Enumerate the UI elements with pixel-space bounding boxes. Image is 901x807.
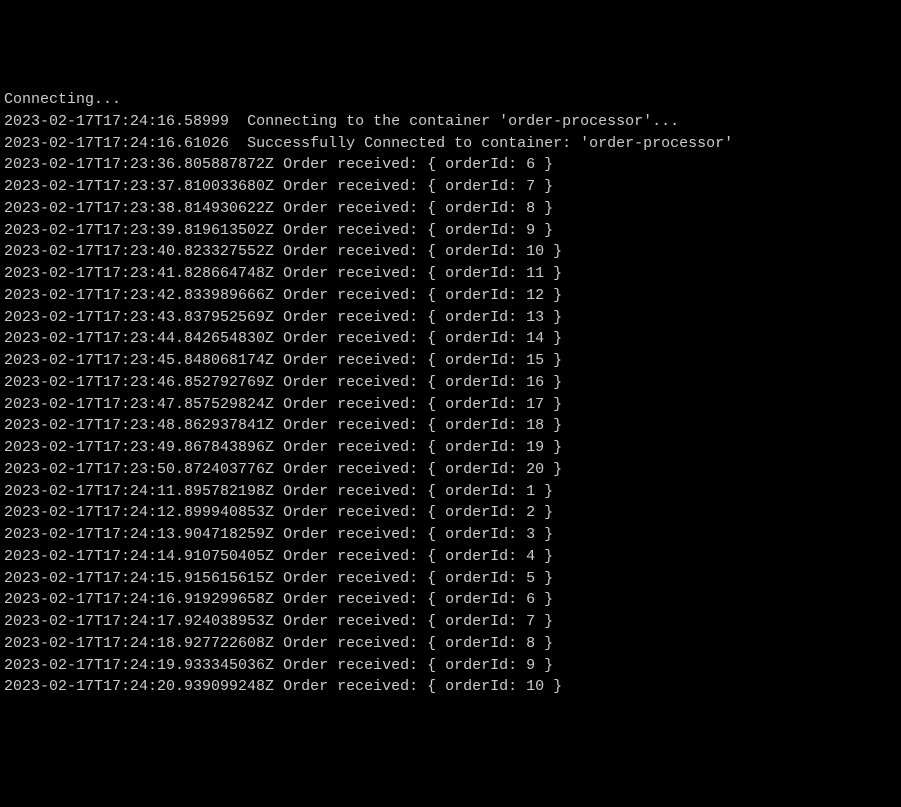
log-line: 2023-02-17T17:24:13.904718259Z Order rec…: [4, 524, 897, 546]
message: Order received: { orderId: 18 }: [283, 417, 562, 434]
log-line: 2023-02-17T17:23:44.842654830Z Order rec…: [4, 328, 897, 350]
timestamp: 2023-02-17T17:24:15.915615615Z: [4, 570, 274, 587]
message: Connecting to the container 'order-proce…: [247, 113, 679, 130]
log-line: 2023-02-17T17:24:19.933345036Z Order rec…: [4, 655, 897, 677]
log-line: 2023-02-17T17:24:14.910750405Z Order rec…: [4, 546, 897, 568]
log-line: 2023-02-17T17:23:45.848068174Z Order rec…: [4, 350, 897, 372]
log-line: 2023-02-17T17:24:17.924038953Z Order rec…: [4, 611, 897, 633]
timestamp: 2023-02-17T17:24:17.924038953Z: [4, 613, 274, 630]
timestamp: 2023-02-17T17:24:12.899940853Z: [4, 504, 274, 521]
log-line: 2023-02-17T17:24:15.915615615Z Order rec…: [4, 568, 897, 590]
log-line: 2023-02-17T17:23:41.828664748Z Order rec…: [4, 263, 897, 285]
connect-line-2: 2023-02-17T17:24:16.61026 Successfully C…: [4, 133, 897, 155]
message: Order received: { orderId: 6 }: [283, 156, 553, 173]
timestamp: 2023-02-17T17:23:38.814930622Z: [4, 200, 274, 217]
message: Order received: { orderId: 20 }: [283, 461, 562, 478]
terminal-output[interactable]: Connecting...2023-02-17T17:24:16.58999 C…: [4, 89, 897, 698]
message: Order received: { orderId: 4 }: [283, 548, 553, 565]
log-line: 2023-02-17T17:24:11.895782198Z Order rec…: [4, 481, 897, 503]
timestamp: 2023-02-17T17:23:47.857529824Z: [4, 396, 274, 413]
timestamp: 2023-02-17T17:23:41.828664748Z: [4, 265, 274, 282]
timestamp: 2023-02-17T17:24:14.910750405Z: [4, 548, 274, 565]
message: Order received: { orderId: 12 }: [283, 287, 562, 304]
timestamp: 2023-02-17T17:24:11.895782198Z: [4, 483, 274, 500]
timestamp: 2023-02-17T17:24:16.61026: [4, 135, 229, 152]
message: Order received: { orderId: 1 }: [283, 483, 553, 500]
timestamp: 2023-02-17T17:23:39.819613502Z: [4, 222, 274, 239]
timestamp: 2023-02-17T17:23:40.823327552Z: [4, 243, 274, 260]
message: Order received: { orderId: 6 }: [283, 591, 553, 608]
message: Order received: { orderId: 10 }: [283, 678, 562, 695]
log-line: 2023-02-17T17:23:47.857529824Z Order rec…: [4, 394, 897, 416]
timestamp: 2023-02-17T17:24:16.919299658Z: [4, 591, 274, 608]
timestamp: 2023-02-17T17:23:43.837952569Z: [4, 309, 274, 326]
timestamp: 2023-02-17T17:23:44.842654830Z: [4, 330, 274, 347]
connect-line-1: 2023-02-17T17:24:16.58999 Connecting to …: [4, 111, 897, 133]
timestamp: 2023-02-17T17:23:37.810033680Z: [4, 178, 274, 195]
timestamp: 2023-02-17T17:23:42.833989666Z: [4, 287, 274, 304]
log-line: 2023-02-17T17:24:20.939099248Z Order rec…: [4, 676, 897, 698]
log-line: 2023-02-17T17:23:38.814930622Z Order rec…: [4, 198, 897, 220]
log-line: 2023-02-17T17:23:48.862937841Z Order rec…: [4, 415, 897, 437]
message: Order received: { orderId: 16 }: [283, 374, 562, 391]
message: Order received: { orderId: 17 }: [283, 396, 562, 413]
log-line: 2023-02-17T17:23:49.867843896Z Order rec…: [4, 437, 897, 459]
timestamp: 2023-02-17T17:24:16.58999: [4, 113, 229, 130]
log-line: 2023-02-17T17:23:43.837952569Z Order rec…: [4, 307, 897, 329]
timestamp: 2023-02-17T17:24:13.904718259Z: [4, 526, 274, 543]
message: Order received: { orderId: 11 }: [283, 265, 562, 282]
timestamp: 2023-02-17T17:24:19.933345036Z: [4, 657, 274, 674]
message: Successfully Connected to container: 'or…: [247, 135, 733, 152]
log-line: 2023-02-17T17:23:50.872403776Z Order rec…: [4, 459, 897, 481]
log-line: 2023-02-17T17:23:42.833989666Z Order rec…: [4, 285, 897, 307]
message: Order received: { orderId: 14 }: [283, 330, 562, 347]
log-line: 2023-02-17T17:24:16.919299658Z Order rec…: [4, 589, 897, 611]
message: Order received: { orderId: 8 }: [283, 635, 553, 652]
message: Order received: { orderId: 10 }: [283, 243, 562, 260]
message: Order received: { orderId: 19 }: [283, 439, 562, 456]
message: Order received: { orderId: 5 }: [283, 570, 553, 587]
timestamp: 2023-02-17T17:24:20.939099248Z: [4, 678, 274, 695]
message: Order received: { orderId: 3 }: [283, 526, 553, 543]
timestamp: 2023-02-17T17:23:48.862937841Z: [4, 417, 274, 434]
message: Order received: { orderId: 9 }: [283, 222, 553, 239]
log-line: 2023-02-17T17:23:46.852792769Z Order rec…: [4, 372, 897, 394]
timestamp: 2023-02-17T17:23:46.852792769Z: [4, 374, 274, 391]
timestamp: 2023-02-17T17:23:50.872403776Z: [4, 461, 274, 478]
message: Order received: { orderId: 7 }: [283, 613, 553, 630]
log-line: 2023-02-17T17:24:12.899940853Z Order rec…: [4, 502, 897, 524]
timestamp: 2023-02-17T17:23:49.867843896Z: [4, 439, 274, 456]
message: Order received: { orderId: 7 }: [283, 178, 553, 195]
message: Order received: { orderId: 2 }: [283, 504, 553, 521]
message: Order received: { orderId: 15 }: [283, 352, 562, 369]
log-line: 2023-02-17T17:23:39.819613502Z Order rec…: [4, 220, 897, 242]
message: Order received: { orderId: 8 }: [283, 200, 553, 217]
timestamp: 2023-02-17T17:24:18.927722608Z: [4, 635, 274, 652]
log-line: 2023-02-17T17:23:37.810033680Z Order rec…: [4, 176, 897, 198]
connecting-status: Connecting...: [4, 89, 897, 111]
log-line: 2023-02-17T17:23:40.823327552Z Order rec…: [4, 241, 897, 263]
message: Order received: { orderId: 13 }: [283, 309, 562, 326]
log-line: 2023-02-17T17:24:18.927722608Z Order rec…: [4, 633, 897, 655]
timestamp: 2023-02-17T17:23:45.848068174Z: [4, 352, 274, 369]
log-line: 2023-02-17T17:23:36.805887872Z Order rec…: [4, 154, 897, 176]
log-lines: 2023-02-17T17:23:36.805887872Z Order rec…: [4, 154, 897, 698]
message: Order received: { orderId: 9 }: [283, 657, 553, 674]
timestamp: 2023-02-17T17:23:36.805887872Z: [4, 156, 274, 173]
